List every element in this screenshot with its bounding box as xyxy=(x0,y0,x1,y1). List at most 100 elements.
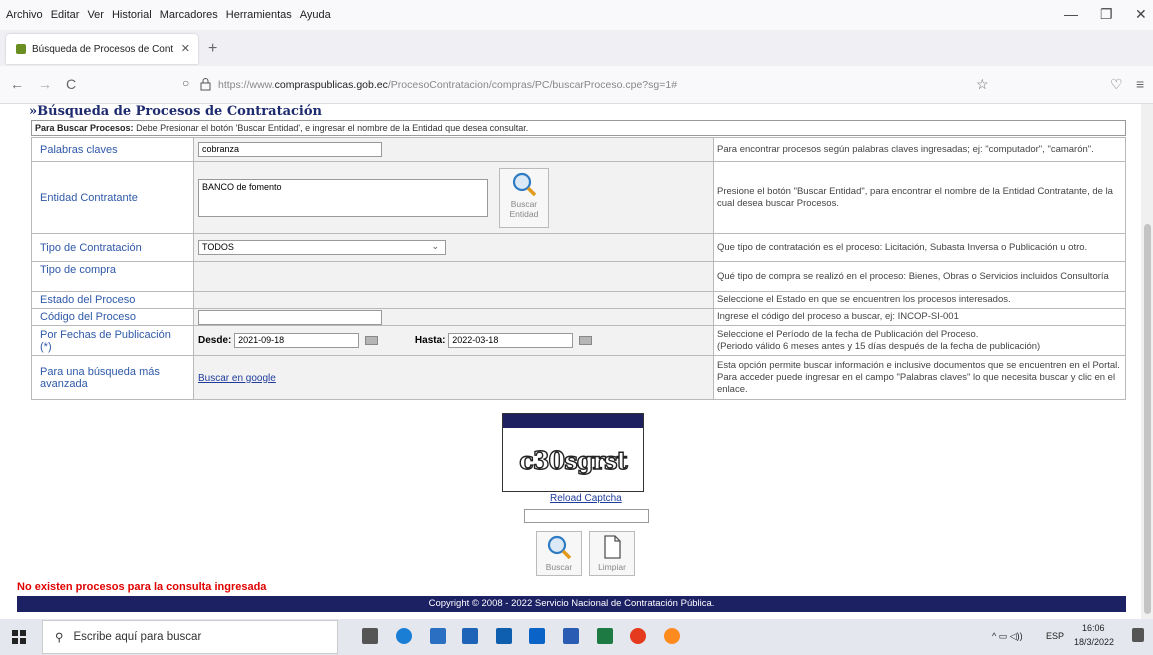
limpiar-label: Limpiar xyxy=(598,562,626,572)
codigo-proceso-input[interactable] xyxy=(198,309,382,325)
menu-editar[interactable]: Editar xyxy=(51,9,80,21)
entidad-textarea[interactable]: BANCO de fomento xyxy=(198,178,488,217)
menu-ver[interactable]: Ver xyxy=(87,9,104,21)
browser-tab[interactable]: Búsqueda de Procesos de Cont ✕ xyxy=(6,34,198,64)
new-tab-button[interactable]: + xyxy=(208,40,217,58)
menu-ayuda[interactable]: Ayuda xyxy=(300,9,331,21)
tab-bar: Búsqueda de Procesos de Cont ✕ + xyxy=(0,30,1153,66)
buscar-entidad-button[interactable]: Buscar Entidad xyxy=(498,167,549,228)
app-menu-icon[interactable]: ≡ xyxy=(1136,76,1144,92)
limpiar-button[interactable]: Limpiar xyxy=(589,531,635,576)
buscar-entidad-label1: Buscar xyxy=(510,198,538,209)
captcha-header xyxy=(503,414,643,428)
page-footer: Copyright © 2008 - 2022 Servicio Naciona… xyxy=(17,596,1126,612)
field-cell xyxy=(193,291,714,309)
scrollbar[interactable] xyxy=(1141,104,1153,619)
instructions-bold: Para Buscar Procesos: xyxy=(35,123,134,133)
windows-start-icon[interactable] xyxy=(12,630,26,644)
row-palabras: Palabras claves cobranza Para encontrar … xyxy=(31,137,1126,162)
help-fechas-1: Seleccione el Período de la fecha de Pub… xyxy=(717,328,979,340)
tipo-contratacion-select[interactable]: TODOS ⌄ xyxy=(198,240,446,255)
search-form: Palabras claves cobranza Para encontrar … xyxy=(31,137,1126,400)
opera-icon[interactable] xyxy=(630,628,646,644)
field-cell: TODOS ⌄ xyxy=(193,233,714,262)
scrollbar-thumb[interactable] xyxy=(1144,224,1151,614)
help-tipo-contratacion: Que tipo de contratación es el proceso: … xyxy=(713,233,1126,262)
back-button[interactable]: ← xyxy=(10,76,24,92)
help-palabras: Para encontrar procesos según palabras c… xyxy=(713,137,1126,162)
clock-date[interactable]: 18/3/2022 xyxy=(1074,637,1114,647)
maximize-button[interactable]: ❐ xyxy=(1100,6,1113,23)
chevron-down-icon: ⌄ xyxy=(431,241,439,251)
bookmark-star-icon[interactable]: ☆ xyxy=(976,76,989,93)
shield-icon: ○ xyxy=(182,76,190,90)
url-bar[interactable]: https://www. compraspublicas.gob.ec/Proce… xyxy=(218,72,1048,98)
search-icon: ⚲ xyxy=(55,632,64,644)
help-estado: Seleccione el Estado en que se encuentre… xyxy=(713,291,1126,309)
help-avanzada: Esta opción permite buscar información e… xyxy=(713,355,1126,400)
close-window-button[interactable]: ✕ xyxy=(1135,6,1147,23)
buscar-entidad-label2: Entidad xyxy=(509,208,539,219)
field-cell xyxy=(193,261,714,292)
task-view-icon[interactable] xyxy=(362,628,378,644)
buscar-button[interactable]: Buscar xyxy=(536,531,582,576)
instructions-text: Debe Presionar el botón 'Buscar Entidad'… xyxy=(133,123,529,133)
label-estado: Estado del Proceso xyxy=(31,291,194,309)
store-icon[interactable] xyxy=(462,628,478,644)
url-host: compraspublicas.gob.ec xyxy=(274,79,388,91)
magnifier-icon xyxy=(512,172,537,196)
no-results-message: No existen procesos para la consulta ing… xyxy=(17,581,267,593)
excel-icon[interactable] xyxy=(597,628,613,644)
desde-input[interactable]: 2021-09-18 xyxy=(234,333,360,348)
taskbar: ⚲ Escribe aquí para buscar ^ ▭ ◁)) ESP 16… xyxy=(0,619,1153,655)
help-fechas-2: (Periodo válido 6 meses antes y 15 días … xyxy=(717,340,1041,352)
captcha-input[interactable] xyxy=(524,509,649,523)
clock-time[interactable]: 16:06 xyxy=(1082,623,1105,633)
row-tipo-compra: Tipo de compra Qué tipo de compra se rea… xyxy=(31,261,1126,292)
desde-label: Desde: xyxy=(198,335,232,347)
nav-bar: ← → C ○ https://www. compraspublicas.gob.… xyxy=(0,66,1153,104)
minimize-button[interactable]: — xyxy=(1064,6,1078,22)
calendar-icon[interactable] xyxy=(365,336,379,345)
label-fechas: Por Fechas de Publicación (*) xyxy=(31,325,194,356)
help-entidad: Presione el botón "Buscar Entidad", para… xyxy=(713,161,1126,234)
menu-historial[interactable]: Historial xyxy=(112,9,152,21)
menu-archivo[interactable]: Archivo xyxy=(6,9,43,21)
menu-bar: Archivo Editar Ver Historial Marcadores … xyxy=(0,0,1153,30)
file-explorer-icon[interactable] xyxy=(430,628,446,644)
firefox-icon[interactable] xyxy=(664,628,680,644)
row-avanzada: Para una búsqueda más avanzada Buscar en… xyxy=(31,355,1126,400)
label-codigo: Código del Proceso xyxy=(31,308,194,326)
buscar-label: Buscar xyxy=(545,562,573,572)
edge-icon[interactable] xyxy=(396,628,412,644)
label-entidad: Entidad Contratante xyxy=(31,161,194,234)
language-indicator[interactable]: ESP xyxy=(1046,631,1064,641)
tray-icons[interactable]: ^ ▭ ◁)) xyxy=(992,631,1023,642)
help-codigo: Ingrese el código del proceso a buscar, … xyxy=(713,308,1126,326)
menu-herramientas[interactable]: Herramientas xyxy=(226,9,292,21)
reload-button[interactable]: C xyxy=(66,76,76,92)
buscar-google-link[interactable]: Buscar en google xyxy=(198,373,276,384)
lock-icon xyxy=(200,78,211,91)
tab-close-icon[interactable]: ✕ xyxy=(181,42,190,55)
reload-captcha-link[interactable]: Reload Captcha xyxy=(550,493,622,504)
forward-button[interactable]: → xyxy=(38,76,52,92)
label-palabras: Palabras claves xyxy=(31,137,194,162)
word-icon[interactable] xyxy=(563,628,579,644)
row-codigo: Código del Proceso Ingrese el código del… xyxy=(31,308,1126,326)
mail-icon[interactable] xyxy=(496,628,512,644)
url-path: /ProcesoContratacion/compras/PC/buscarPr… xyxy=(387,79,678,91)
field-cell: Buscar en google xyxy=(193,355,714,400)
row-entidad: Entidad Contratante BANCO de fomento Bus… xyxy=(31,161,1126,234)
notifications-icon[interactable] xyxy=(1132,628,1144,642)
hasta-input[interactable]: 2022-03-18 xyxy=(448,333,574,348)
palabras-claves-input[interactable]: cobranza xyxy=(198,142,382,157)
help-fechas: Seleccione el Período de la fecha de Pub… xyxy=(713,325,1126,356)
outlook-icon[interactable] xyxy=(529,628,545,644)
taskbar-search[interactable]: ⚲ Escribe aquí para buscar xyxy=(42,620,338,654)
pocket-icon[interactable]: ♡ xyxy=(1110,76,1123,93)
menu-marcadores[interactable]: Marcadores xyxy=(160,9,218,21)
calendar-icon[interactable] xyxy=(579,336,593,345)
instructions: Para Buscar Procesos: Debe Presionar el … xyxy=(31,120,1126,136)
page-title: »Búsqueda de Procesos de Contratación xyxy=(29,104,322,119)
